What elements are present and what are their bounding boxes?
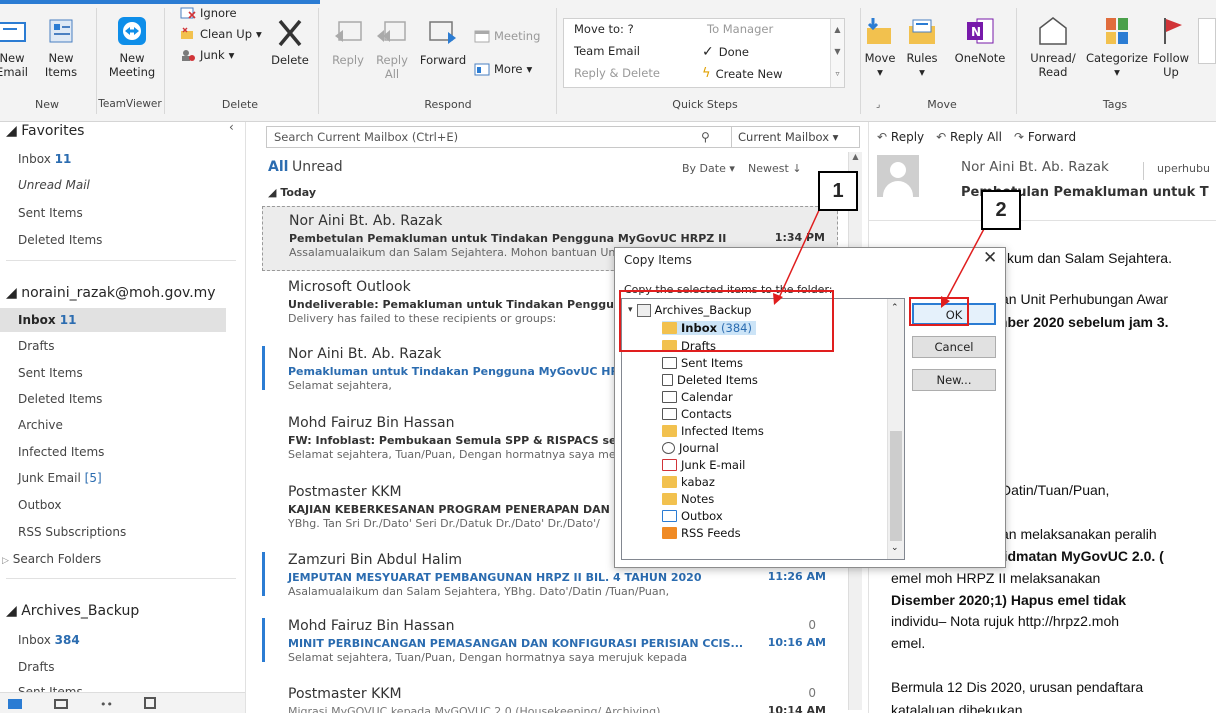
- arrow-1: [777, 207, 821, 301]
- arrow-2: [944, 226, 986, 303]
- arrow-2-head: [941, 296, 950, 308]
- callout-step-2: 2: [981, 190, 1021, 230]
- callout-step-1: 1: [818, 171, 858, 211]
- annotation-arrows: [773, 207, 986, 308]
- arrow-1-head: [773, 293, 783, 305]
